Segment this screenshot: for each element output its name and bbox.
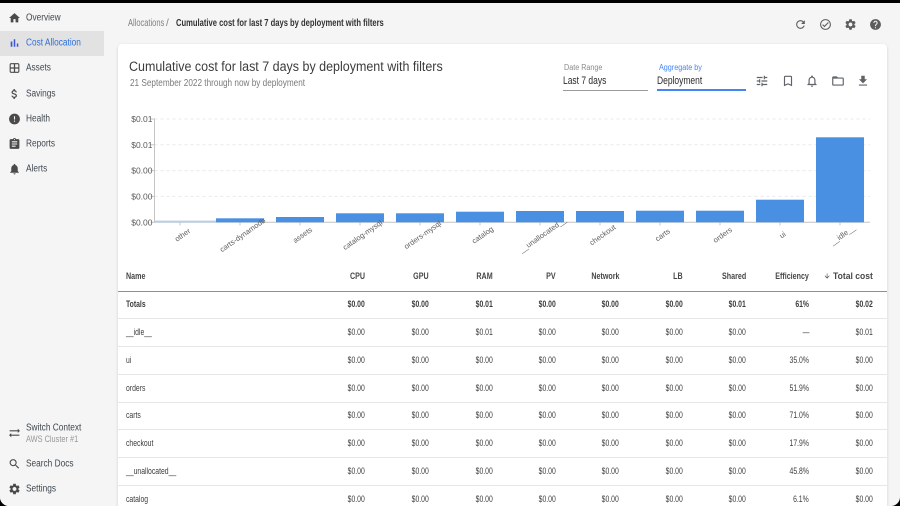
svg-text:__idle__: __idle__ (828, 223, 858, 248)
svg-text:$0.00: $0.00 (131, 166, 153, 176)
svg-text:ui: ui (778, 229, 788, 240)
svg-text:other: other (173, 226, 193, 243)
svg-text:assets: assets (291, 225, 314, 245)
svg-text:$0.01: $0.01 (131, 140, 153, 150)
svg-text:checkout: checkout (588, 222, 619, 247)
svg-text:$0.01: $0.01 (131, 114, 153, 124)
svg-text:$0.00: $0.00 (131, 217, 153, 227)
svg-text:catalog-mysql: catalog-mysql (341, 218, 384, 252)
svg-text:orders-mysql: orders-mysql (402, 219, 443, 251)
svg-text:orders: orders (711, 225, 734, 245)
svg-text:carts: carts (653, 226, 672, 243)
svg-text:$0.00: $0.00 (131, 191, 153, 201)
svg-text:catalog: catalog (470, 224, 495, 245)
